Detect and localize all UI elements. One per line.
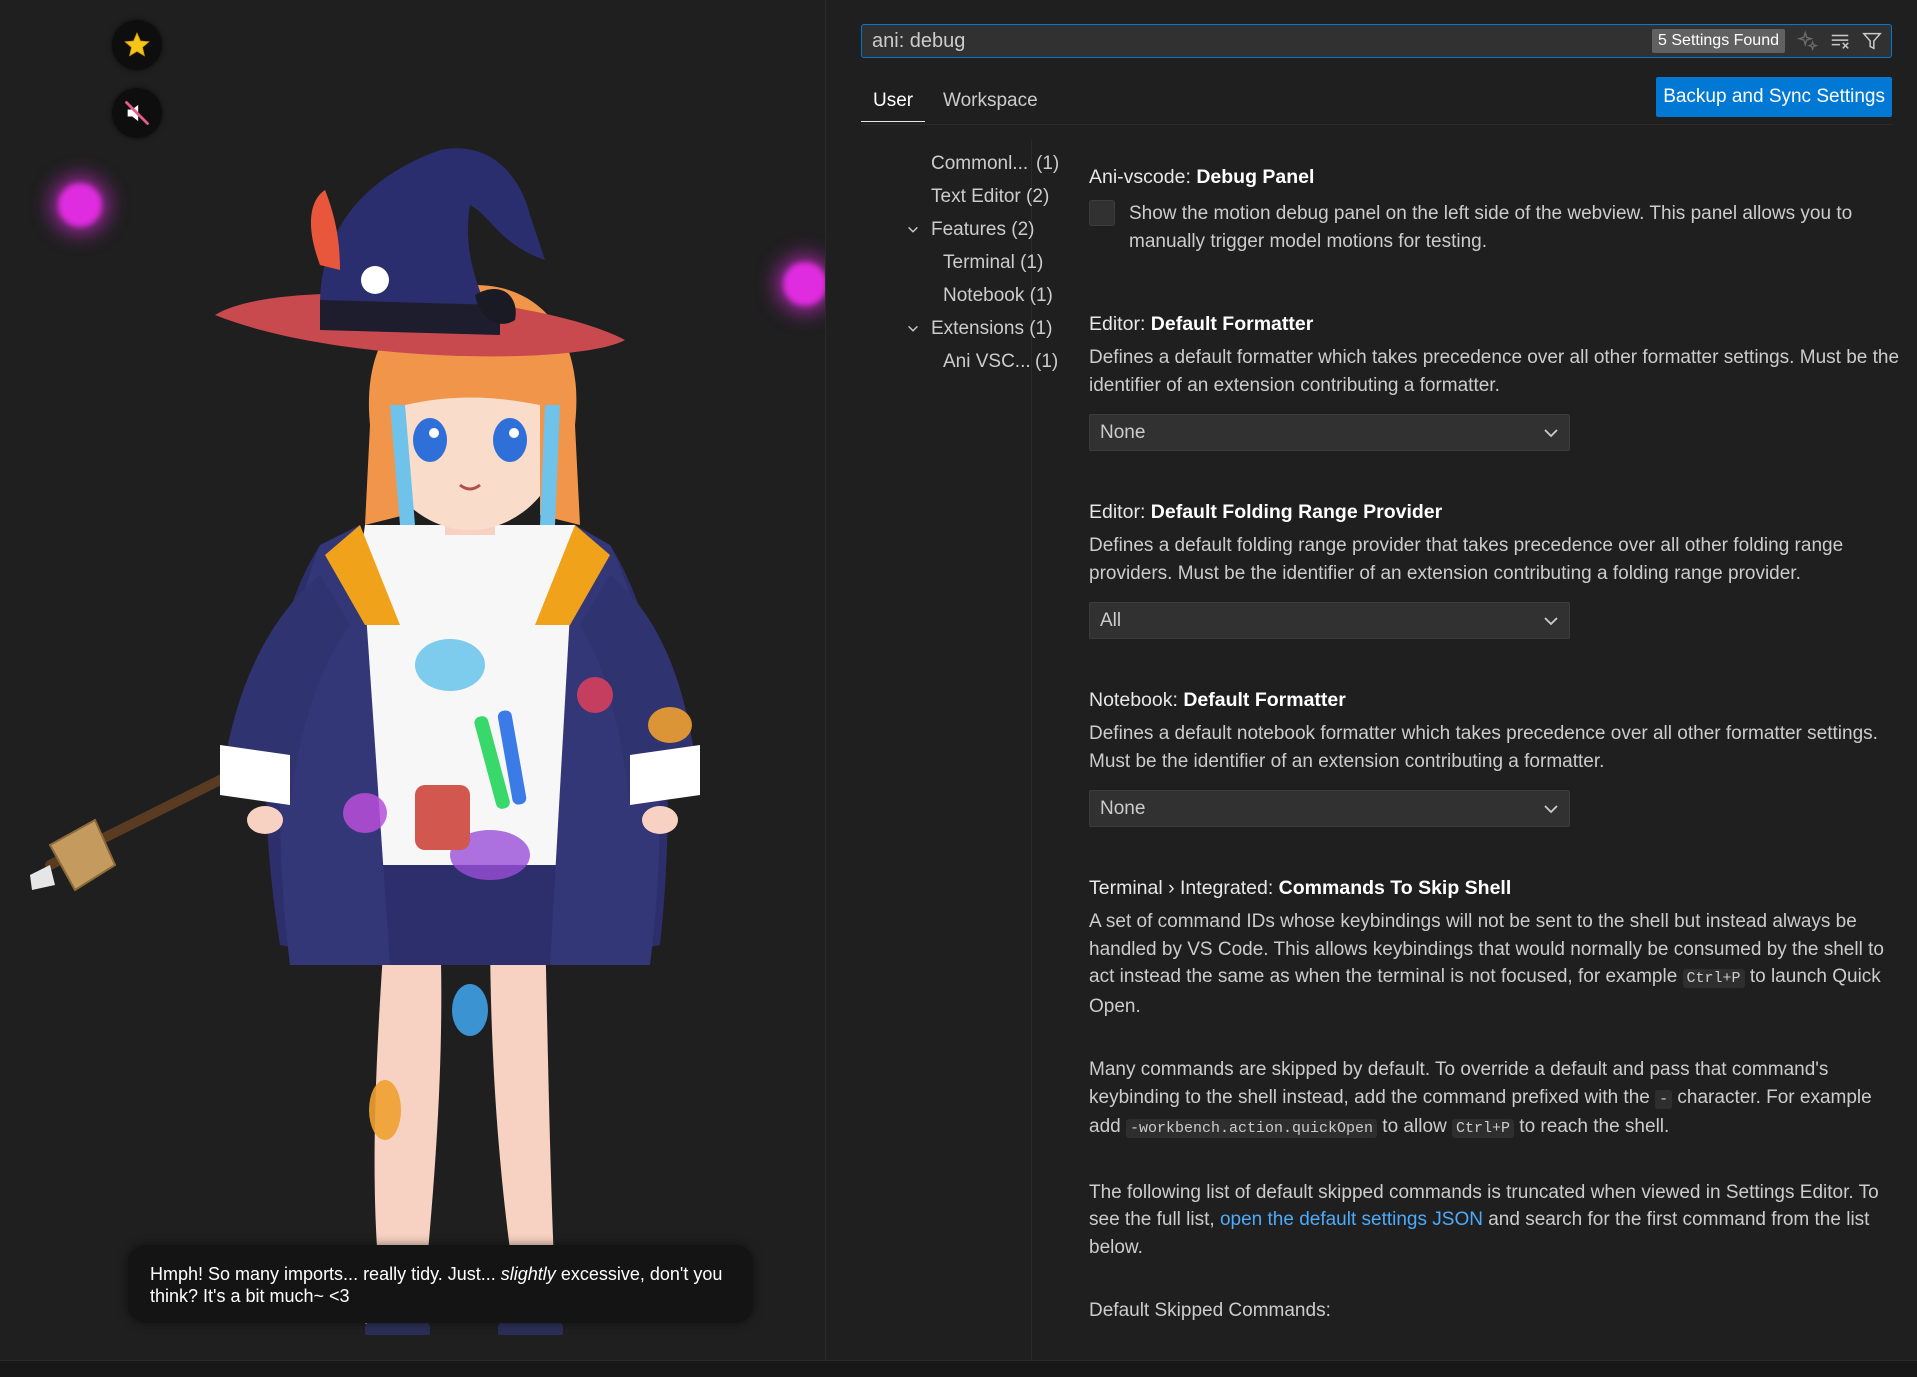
- toc-count: (1): [1029, 285, 1053, 306]
- setting-name: Default Formatter: [1183, 689, 1346, 711]
- settings-search-input[interactable]: [862, 26, 1653, 56]
- setting-title: Editor: Default Formatter: [1089, 313, 1899, 336]
- setting-ani-vscode-debug-panel: Ani-vscode: Debug Panel Show the motion …: [1089, 166, 1899, 252]
- floating-particle: [783, 262, 825, 306]
- speech-emphasis: slightly: [500, 1264, 556, 1284]
- chevron-down-icon[interactable]: [906, 322, 920, 336]
- favorite-button[interactable]: [112, 20, 162, 70]
- speech-text-before: Hmph! So many imports... really tidy. Ju…: [150, 1264, 501, 1284]
- setting-name: Debug Panel: [1196, 166, 1315, 188]
- settings-editor: 5 Settings Found User Workspace Backup a…: [826, 0, 1917, 1360]
- toc-item-features[interactable]: Features (2): [931, 219, 1035, 241]
- notebook-default-formatter-select[interactable]: None: [1089, 790, 1570, 827]
- toc-count: (2): [1011, 219, 1035, 240]
- setting-category: Terminal › Integrated:: [1089, 877, 1279, 899]
- open-default-settings-json-link[interactable]: open the default settings JSON: [1220, 1209, 1483, 1230]
- toc-item-notebook[interactable]: Notebook (1): [943, 285, 1053, 307]
- debug-panel-checkbox[interactable]: [1089, 200, 1115, 226]
- folding-range-provider-select[interactable]: All: [1089, 602, 1570, 639]
- setting-description: Defines a default notebook formatter whi…: [1089, 723, 1878, 772]
- bottom-edge: [0, 1360, 1917, 1377]
- setting-description-paragraph: The following list of default skipped co…: [1089, 1179, 1899, 1262]
- toc-item-text-editor[interactable]: Text Editor (2): [931, 186, 1049, 208]
- toc-count: (1): [1020, 252, 1044, 273]
- toc-label: Text Editor: [931, 186, 1021, 207]
- default-skipped-commands-label: Default Skipped Commands:: [1089, 1300, 1331, 1321]
- paragraph-text: to allow: [1377, 1116, 1453, 1137]
- star-icon: [124, 32, 150, 57]
- toc-item-ani-vscode[interactable]: Ani VSC... (1): [943, 351, 1058, 373]
- settings-search-box[interactable]: 5 Settings Found: [861, 24, 1892, 58]
- character-model[interactable]: [20, 105, 700, 1335]
- toc-label: Ani VSC...: [943, 351, 1031, 372]
- setting-description: Defines a default folding range provider…: [1089, 535, 1844, 584]
- toc-item-terminal[interactable]: Terminal (1): [943, 252, 1043, 274]
- setting-editor-default-formatter: Editor: Default Formatter Defines a defa…: [1089, 313, 1900, 451]
- setting-title: Terminal › Integrated: Commands To Skip …: [1089, 877, 1899, 900]
- inline-code: Ctrl+P: [1452, 1119, 1515, 1138]
- setting-title: Ani-vscode: Debug Panel: [1089, 166, 1899, 189]
- tab-user[interactable]: User: [861, 86, 926, 122]
- toc-label: Notebook: [943, 285, 1025, 306]
- witch-hat: [215, 148, 625, 357]
- filter-button[interactable]: [1859, 28, 1885, 54]
- settings-toc: Commonl... (1) Text Editor (2) Features …: [861, 140, 1059, 1360]
- setting-description-paragraph: Many commands are skipped by default. To…: [1089, 1056, 1899, 1143]
- toc-item-extensions[interactable]: Extensions (1): [931, 318, 1052, 340]
- setting-title: Notebook: Default Formatter: [1089, 689, 1899, 712]
- chevron-down-icon: [1544, 429, 1558, 438]
- clear-filter-icon: [1831, 34, 1849, 49]
- setting-category: Ani-vscode:: [1089, 166, 1197, 188]
- setting-name: Default Formatter: [1150, 313, 1314, 335]
- setting-terminal-commands-to-skip-shell: Terminal › Integrated: Commands To Skip …: [1089, 877, 1899, 1325]
- backup-and-sync-button[interactable]: Backup and Sync Settings: [1656, 77, 1892, 117]
- setting-editor-default-folding-range-provider: Editor: Default Folding Range Provider D…: [1089, 501, 1899, 639]
- toc-label: Extensions: [931, 318, 1024, 339]
- chevron-down-icon: [1544, 805, 1558, 814]
- setting-category: Notebook:: [1089, 689, 1184, 711]
- toc-count: (2): [1026, 186, 1050, 207]
- ai-search-button[interactable]: [1795, 28, 1821, 54]
- inline-code: -: [1655, 1089, 1673, 1109]
- speech-bubble: Hmph! So many imports... really tidy. Ju…: [128, 1245, 753, 1323]
- toc-label: Commonl...: [931, 153, 1029, 174]
- clear-filter-button[interactable]: [1827, 28, 1853, 54]
- toc-item-commonly-used[interactable]: Commonl... (1): [931, 153, 1059, 175]
- select-value: All: [1100, 610, 1122, 631]
- toc-count: (1): [1035, 351, 1059, 372]
- webview-panel: Hmph! So many imports... really tidy. Ju…: [0, 0, 826, 1360]
- toc-count: (1): [1036, 153, 1060, 174]
- inline-code: Ctrl+P: [1682, 969, 1745, 988]
- setting-name: Commands To Skip Shell: [1278, 877, 1512, 899]
- toc-label: Terminal: [943, 252, 1015, 273]
- inline-code: -workbench.action.quickOpen: [1125, 1119, 1378, 1138]
- tab-workspace[interactable]: Workspace: [931, 86, 1050, 121]
- select-value: None: [1100, 422, 1146, 443]
- select-value: None: [1100, 798, 1146, 819]
- setting-category: Editor:: [1089, 501, 1151, 523]
- toc-count: (1): [1029, 318, 1053, 339]
- setting-name: Default Folding Range Provider: [1150, 501, 1443, 523]
- filter-icon: [1862, 32, 1882, 50]
- sparkle-icon: [1797, 30, 1819, 52]
- toc-label: Features: [931, 219, 1006, 240]
- results-count-badge: 5 Settings Found: [1652, 29, 1785, 53]
- setting-title: Editor: Default Folding Range Provider: [1089, 501, 1899, 524]
- chevron-down-icon[interactable]: [906, 223, 920, 237]
- setting-category: Editor:: [1089, 313, 1151, 335]
- setting-description-paragraph: A set of command IDs whose keybindings w…: [1089, 908, 1899, 1020]
- chevron-down-icon: [1544, 617, 1558, 626]
- default-formatter-select[interactable]: None: [1089, 414, 1570, 451]
- paragraph-text: to reach the shell.: [1514, 1116, 1670, 1137]
- setting-description: Show the motion debug panel on the left …: [1129, 203, 1853, 252]
- setting-notebook-default-formatter: Notebook: Default Formatter Defines a de…: [1089, 689, 1899, 827]
- setting-description: Defines a default formatter which takes …: [1089, 347, 1900, 396]
